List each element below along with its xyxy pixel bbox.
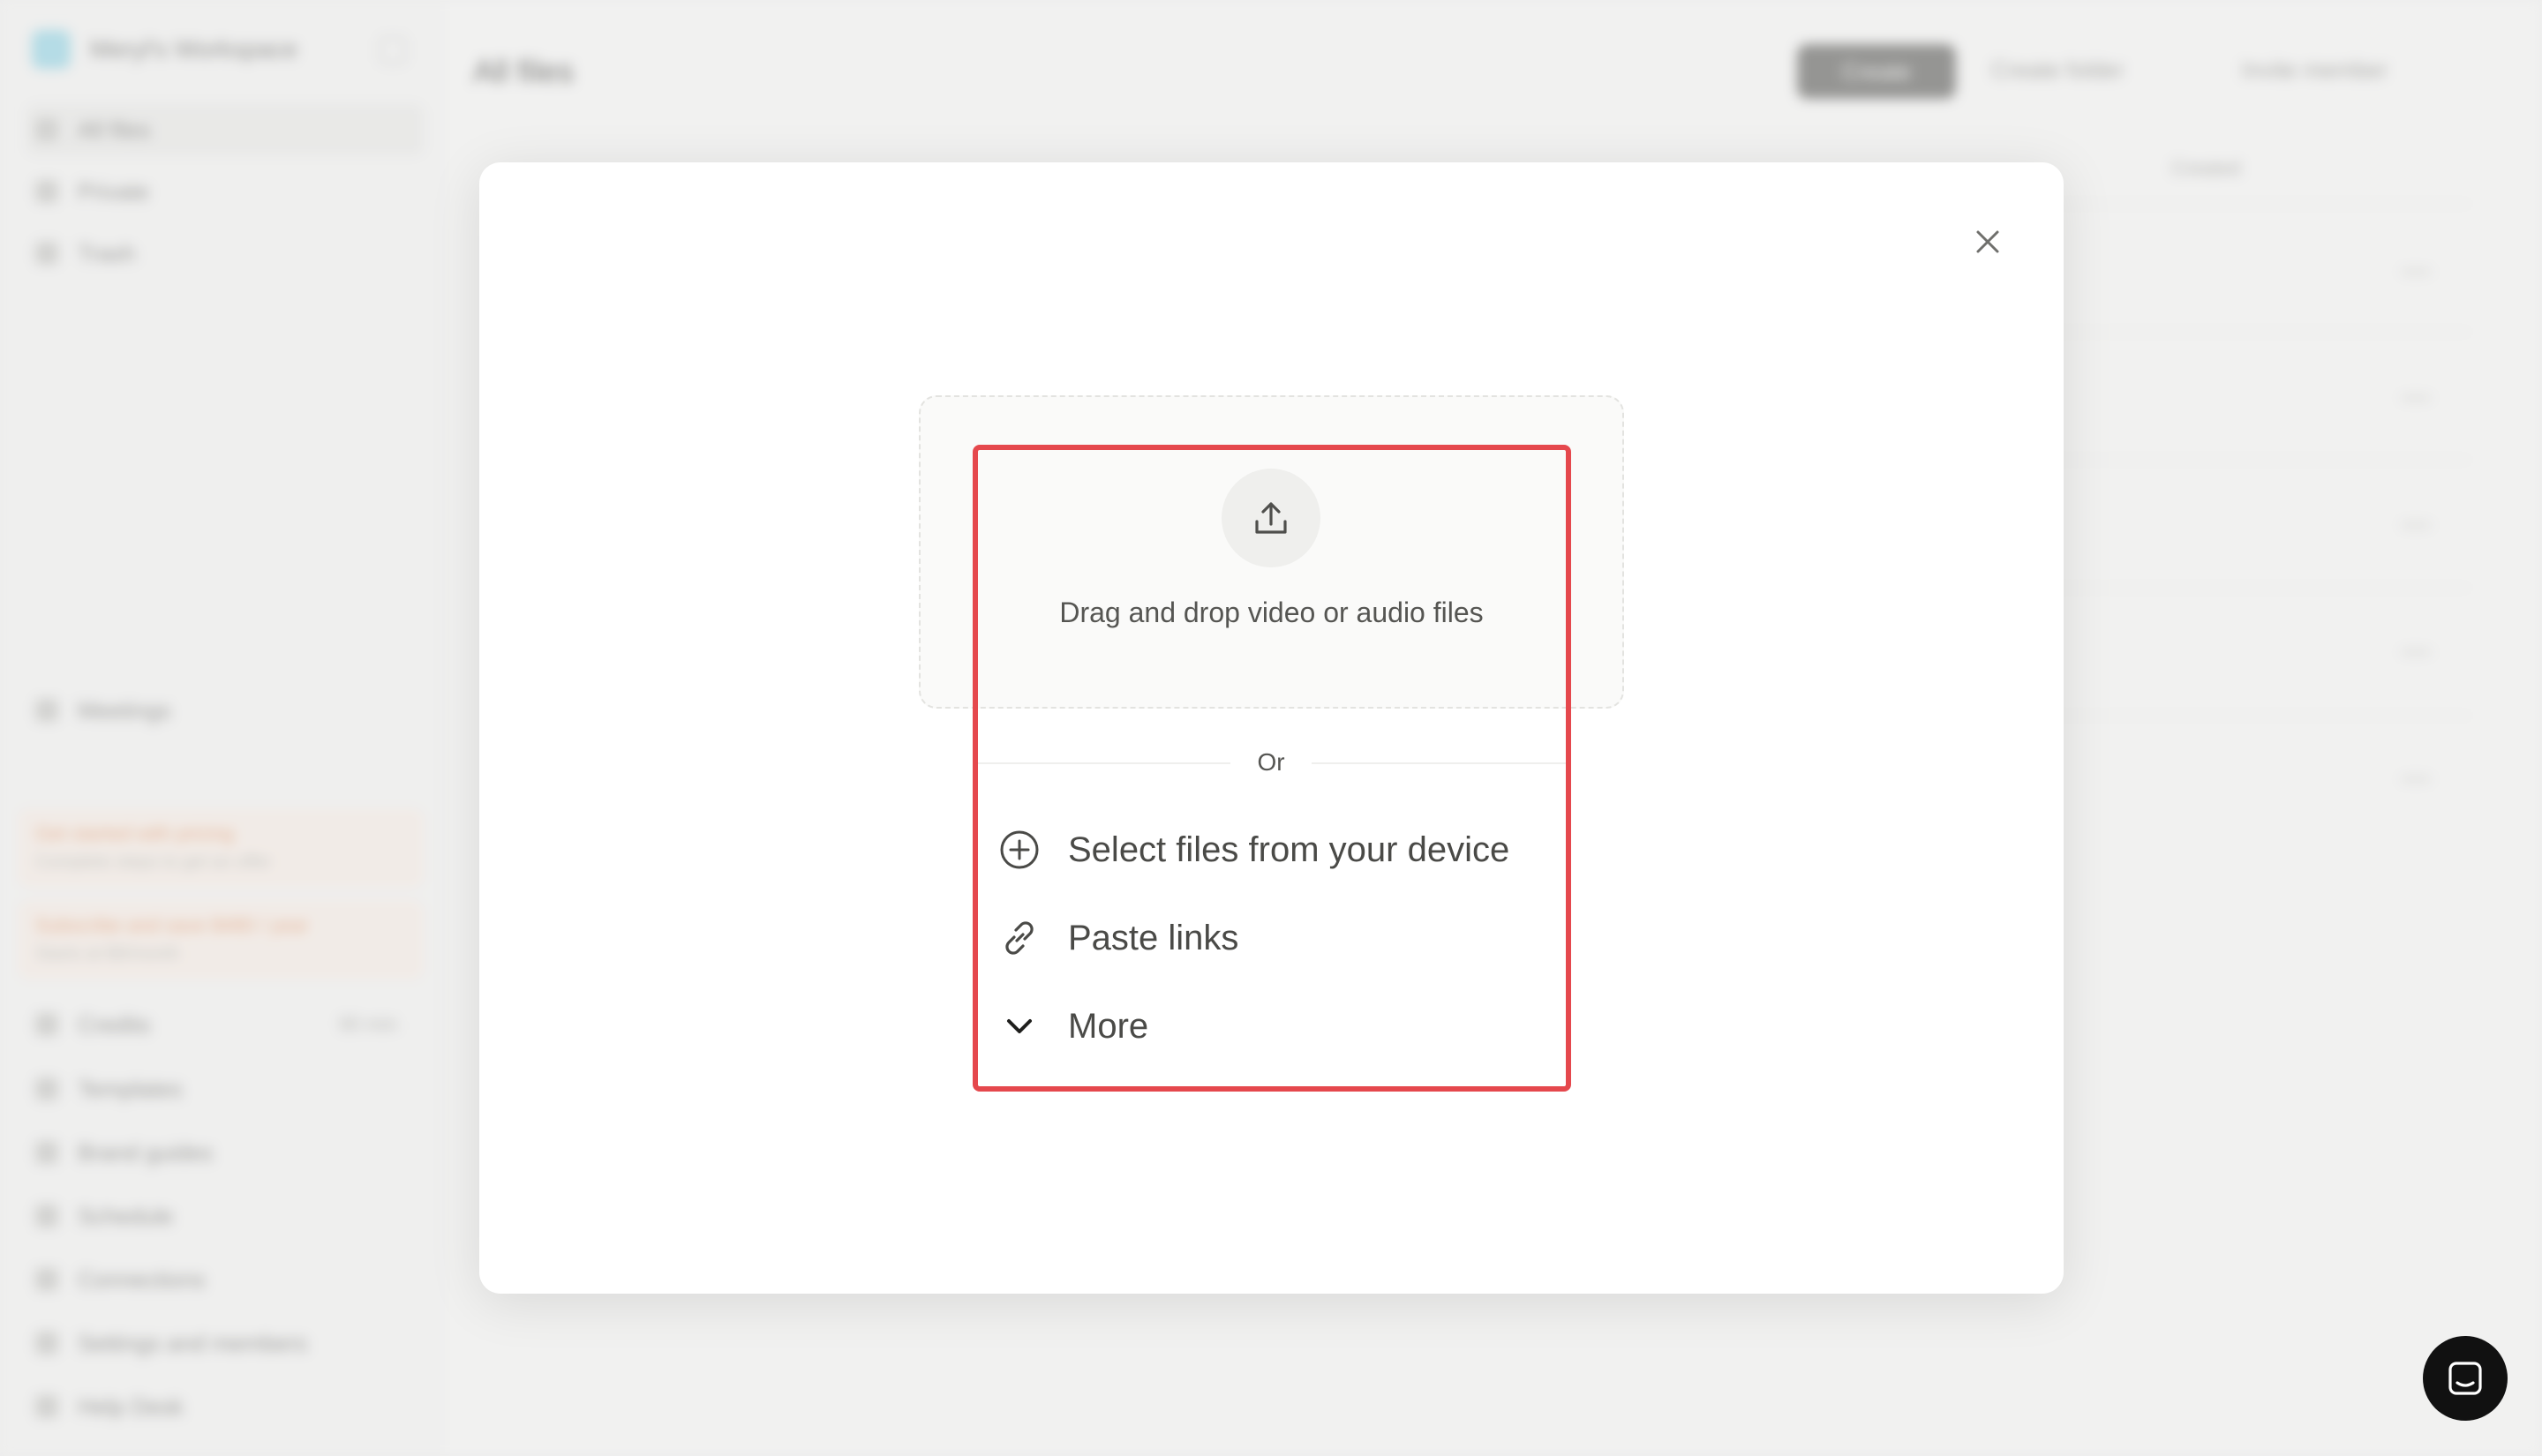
upload-icon bbox=[1255, 502, 1287, 534]
close-button[interactable] bbox=[1967, 221, 2009, 263]
close-icon bbox=[1976, 230, 1999, 253]
chat-launcher-button[interactable] bbox=[2423, 1336, 2508, 1421]
more-options-label: More bbox=[1068, 1006, 1149, 1046]
more-options-toggle[interactable]: More bbox=[997, 995, 1148, 1057]
paste-links-label: Paste links bbox=[1068, 918, 1239, 957]
divider bbox=[974, 762, 1230, 764]
chevron-down-icon bbox=[997, 1004, 1042, 1048]
drop-zone-label: Drag and drop video or audio files bbox=[1059, 597, 1484, 628]
upload-modal bbox=[479, 162, 2064, 1294]
select-files-label: Select files from your device bbox=[1068, 829, 1510, 869]
or-separator: Or bbox=[1257, 748, 1285, 776]
divider bbox=[1312, 762, 1568, 764]
upload-button[interactable] bbox=[1222, 469, 1320, 567]
link-icon bbox=[997, 916, 1042, 960]
plus-circle-icon bbox=[997, 828, 1042, 872]
select-files-button[interactable]: Select files from your device bbox=[997, 819, 1509, 881]
paste-links-button[interactable]: Paste links bbox=[997, 907, 1238, 969]
chat-icon bbox=[2448, 1362, 2482, 1395]
